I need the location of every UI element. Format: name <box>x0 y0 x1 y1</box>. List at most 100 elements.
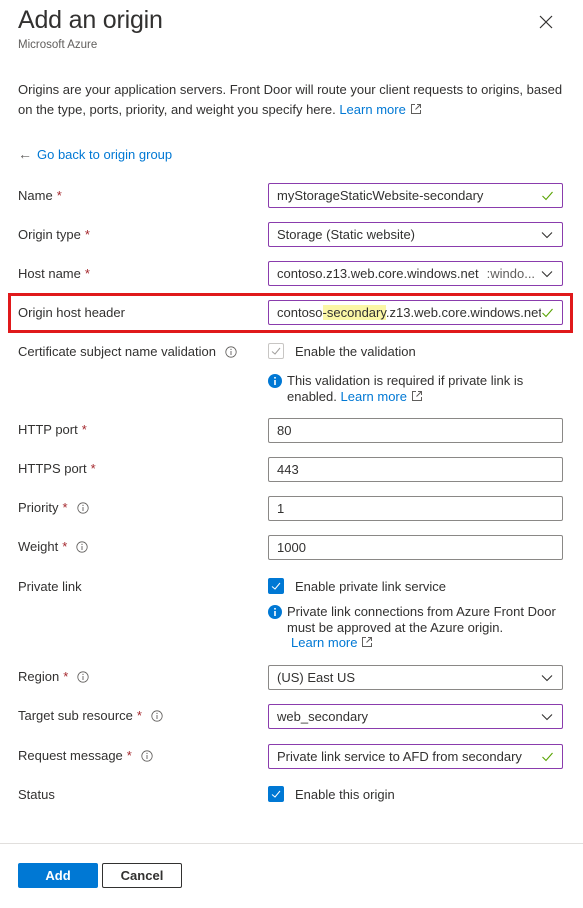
request-message-value: Private link service to AFD from seconda… <box>277 749 522 764</box>
https-port-input[interactable]: 443 <box>268 457 563 482</box>
cert-validation-note-text: This validation is required if private l… <box>287 373 558 404</box>
request-message-input[interactable]: Private link service to AFD from seconda… <box>268 744 563 769</box>
required-marker: * <box>90 461 96 476</box>
cert-validation-checkbox-label: Enable the validation <box>295 343 416 359</box>
intro-learn-more-link[interactable]: Learn more <box>339 102 421 117</box>
https-port-label: HTTPS port * <box>18 461 96 476</box>
arrow-left-icon: ← <box>18 146 32 162</box>
back-link-label: Go back to origin group <box>37 146 173 162</box>
http-port-input[interactable]: 80 <box>268 418 563 443</box>
name-label: Name * <box>18 188 62 203</box>
info-icon[interactable] <box>225 345 237 358</box>
note-text: Private link connections from Azure Fron… <box>287 604 556 635</box>
https-port-label-text: HTTPS port <box>18 461 87 476</box>
private-link-note: Private link connections from Azure Fron… <box>268 604 558 651</box>
origin-type-value: Storage (Static website) <box>277 227 416 242</box>
http-port-value: 80 <box>277 423 292 438</box>
origin-type-label: Origin type * <box>18 227 90 242</box>
close-icon <box>539 15 553 29</box>
request-message-label: Request message * <box>18 748 153 763</box>
status-label-text: Status <box>18 787 55 802</box>
priority-value: 1 <box>277 501 285 516</box>
value-prefix: contoso <box>277 305 323 320</box>
checkmark-icon <box>271 347 281 355</box>
required-marker: * <box>62 539 68 554</box>
intro-description: Origins are your application servers. Fr… <box>18 80 578 120</box>
chevron-down-icon <box>541 674 553 681</box>
target-sub-resource-dropdown[interactable]: web_secondary <box>268 704 563 729</box>
private-link-learn-more-link[interactable]: Learn more <box>291 635 373 650</box>
enable-origin-checkbox-label: Enable this origin <box>295 786 395 802</box>
cert-validation-label-text: Certificate subject name validation <box>18 344 216 359</box>
value-highlighted: -secondary <box>322 305 386 320</box>
cert-validation-learn-more-link[interactable]: Learn more <box>341 389 423 404</box>
info-icon[interactable] <box>76 501 89 514</box>
weight-label-text: Weight <box>18 539 59 554</box>
origin-type-dropdown[interactable]: Storage (Static website) <box>268 222 563 247</box>
cert-validation-checkbox[interactable]: Enable the validation <box>268 343 416 359</box>
private-link-label-text: Private link <box>18 579 82 594</box>
external-link-icon <box>410 104 421 114</box>
footer-divider <box>0 843 583 844</box>
checkmark-icon <box>542 191 553 201</box>
priority-input[interactable]: 1 <box>268 496 563 521</box>
region-value: (US) East US <box>277 670 356 685</box>
external-link-icon <box>362 637 373 647</box>
required-marker: * <box>63 669 69 684</box>
request-message-label-text: Request message <box>18 748 123 763</box>
target-sub-resource-label-text: Target sub resource <box>18 708 133 723</box>
checkmark-icon <box>271 790 281 798</box>
intro-learn-more-label: Learn more <box>339 102 406 117</box>
http-port-label-text: HTTP port <box>18 422 78 437</box>
chevron-down-icon <box>541 270 553 277</box>
value-suffix: .z13.web.core.windows.net <box>385 305 541 320</box>
name-input[interactable]: myStorageStaticWebsite-secondary <box>268 183 563 208</box>
panel-title: Add an origin <box>18 6 163 34</box>
required-marker: * <box>84 266 90 281</box>
weight-input[interactable]: 1000 <box>268 535 563 560</box>
checkmark-icon <box>542 752 553 762</box>
cancel-button[interactable]: Cancel <box>102 863 182 888</box>
close-button[interactable] <box>537 13 555 31</box>
chevron-down-icon <box>541 713 553 720</box>
chevron-down-icon <box>541 231 553 238</box>
info-icon[interactable] <box>76 540 88 553</box>
back-to-origin-group-link[interactable]: ← Go back to origin group <box>18 146 172 162</box>
priority-label: Priority * <box>18 500 89 515</box>
checkbox-checked <box>268 786 284 802</box>
learn-more-label: Learn more <box>291 635 358 650</box>
http-port-label: HTTP port * <box>18 422 87 437</box>
checkbox-checked <box>268 578 284 594</box>
add-button[interactable]: Add <box>18 863 98 888</box>
private-link-checkbox-label: Enable private link service <box>295 578 447 594</box>
enable-origin-checkbox[interactable]: Enable this origin <box>268 786 395 802</box>
checkbox-disabled <box>268 343 284 359</box>
checkmark-icon <box>271 582 281 590</box>
required-marker: * <box>56 188 62 203</box>
required-marker: * <box>136 708 142 723</box>
info-icon[interactable] <box>77 670 89 683</box>
name-value: myStorageStaticWebsite-secondary <box>277 188 484 203</box>
region-label-text: Region <box>18 669 60 684</box>
host-name-dropdown[interactable]: contoso.z13.web.core.windows.net:windo..… <box>268 261 563 286</box>
external-link-icon <box>411 390 422 401</box>
weight-value: 1000 <box>277 540 306 555</box>
host-name-label: Host name * <box>18 266 90 281</box>
required-marker: * <box>84 227 90 242</box>
info-filled-icon <box>268 605 282 619</box>
learn-more-label: Learn more <box>340 388 407 404</box>
priority-label-text: Priority <box>18 500 59 515</box>
origin-host-header-input[interactable]: contoso-secondary.z13.web.core.windows.n… <box>268 300 563 325</box>
cert-validation-note: This validation is required if private l… <box>268 373 558 404</box>
private-link-checkbox[interactable]: Enable private link service <box>268 578 446 594</box>
checkmark-icon <box>542 308 553 318</box>
intro-text: Origins are your application servers. Fr… <box>18 82 563 117</box>
info-icon[interactable] <box>151 709 163 722</box>
required-marker: * <box>62 500 68 515</box>
info-icon[interactable] <box>141 749 153 762</box>
target-sub-resource-value: web_secondary <box>277 709 369 724</box>
private-link-note-text: Private link connections from Azure Fron… <box>287 604 558 651</box>
origin-type-label-text: Origin type <box>18 227 81 242</box>
region-label: Region * <box>18 669 89 684</box>
region-dropdown[interactable]: (US) East US <box>268 665 563 690</box>
